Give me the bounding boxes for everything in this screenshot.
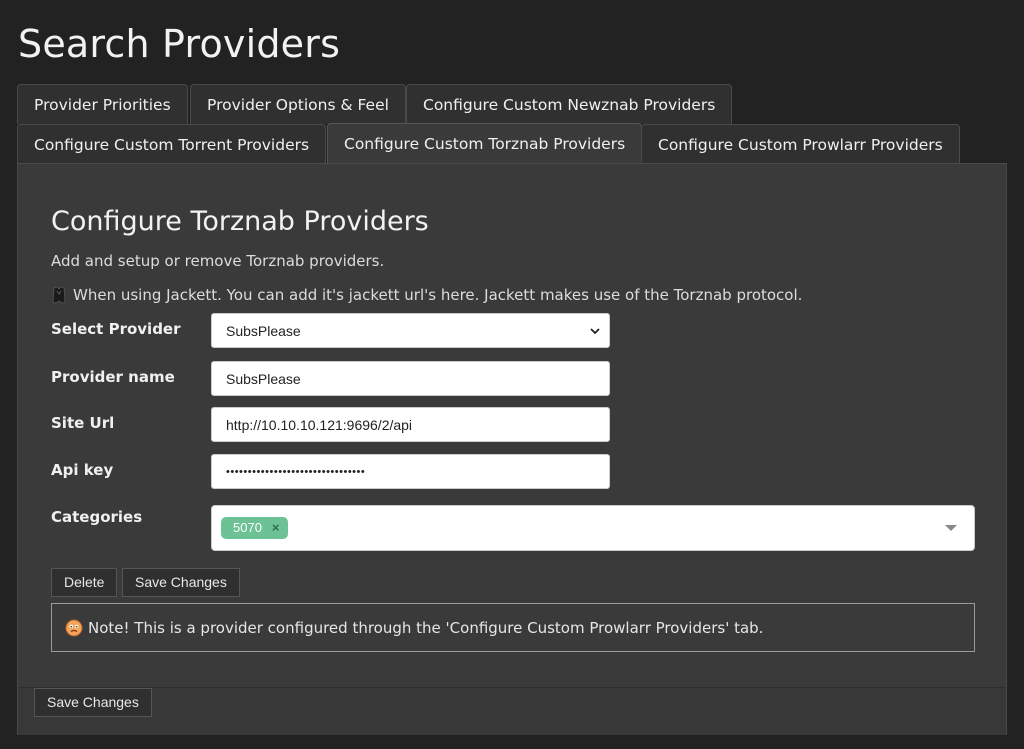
provider-name-input[interactable]: SubsPlease [211, 361, 610, 396]
dropdown-caret-icon[interactable] [945, 525, 957, 531]
tab-custom-newznab[interactable]: Configure Custom Newznab Providers [406, 84, 733, 124]
site-url-label: Site Url [51, 414, 115, 432]
categories-multiselect[interactable]: 5070 × [211, 505, 975, 551]
select-provider-dropdown[interactable]: SubsPlease [211, 313, 610, 348]
tab-provider-priorities[interactable]: Provider Priorities [17, 84, 188, 124]
chevron-down-icon [590, 327, 600, 334]
jackett-hint-text: When using Jackett. You can add it's jac… [73, 286, 803, 304]
category-tag-label: 5070 [233, 520, 262, 535]
select-provider-value: SubsPlease [226, 322, 301, 339]
page-title: Search Providers [18, 22, 341, 66]
section-subtitle: Add and setup or remove Torznab provider… [51, 252, 385, 270]
delete-button[interactable]: Delete [51, 568, 118, 597]
panel-footer [18, 687, 1006, 735]
categories-label: Categories [51, 508, 143, 526]
tab-custom-prowlarr[interactable]: Configure Custom Prowlarr Providers [641, 124, 960, 164]
jackett-hint: When using Jackett. You can add it's jac… [51, 286, 802, 304]
note-text: Note! This is a provider configured thro… [88, 618, 764, 637]
category-tag: 5070 × [221, 517, 288, 539]
select-provider-label: Select Provider [51, 320, 181, 338]
warning-face-icon [65, 619, 83, 636]
jackett-icon [52, 286, 66, 304]
tab-custom-torrent[interactable]: Configure Custom Torrent Providers [17, 124, 327, 164]
note-box: Note! This is a provider configured thro… [51, 603, 975, 652]
save-changes-button[interactable]: Save Changes [122, 568, 240, 597]
site-url-input[interactable]: http://10.10.10.121:9696/2/api [211, 407, 610, 442]
save-changes-bottom-button[interactable]: Save Changes [34, 688, 152, 717]
tab-provider-options[interactable]: Provider Options & Feel [190, 84, 406, 124]
api-key-label: Api key [51, 461, 114, 479]
site-url-value: http://10.10.10.121:9696/2/api [226, 416, 413, 433]
provider-name-value: SubsPlease [226, 370, 301, 387]
section-title: Configure Torznab Providers [51, 206, 429, 237]
api-key-value: •••••••••••••••••••••••••••••••• [226, 465, 366, 478]
provider-name-label: Provider name [51, 368, 175, 386]
remove-tag-icon[interactable]: × [272, 517, 280, 539]
api-key-input[interactable]: •••••••••••••••••••••••••••••••• [211, 454, 610, 489]
tab-custom-torznab[interactable]: Configure Custom Torznab Providers [327, 123, 643, 164]
